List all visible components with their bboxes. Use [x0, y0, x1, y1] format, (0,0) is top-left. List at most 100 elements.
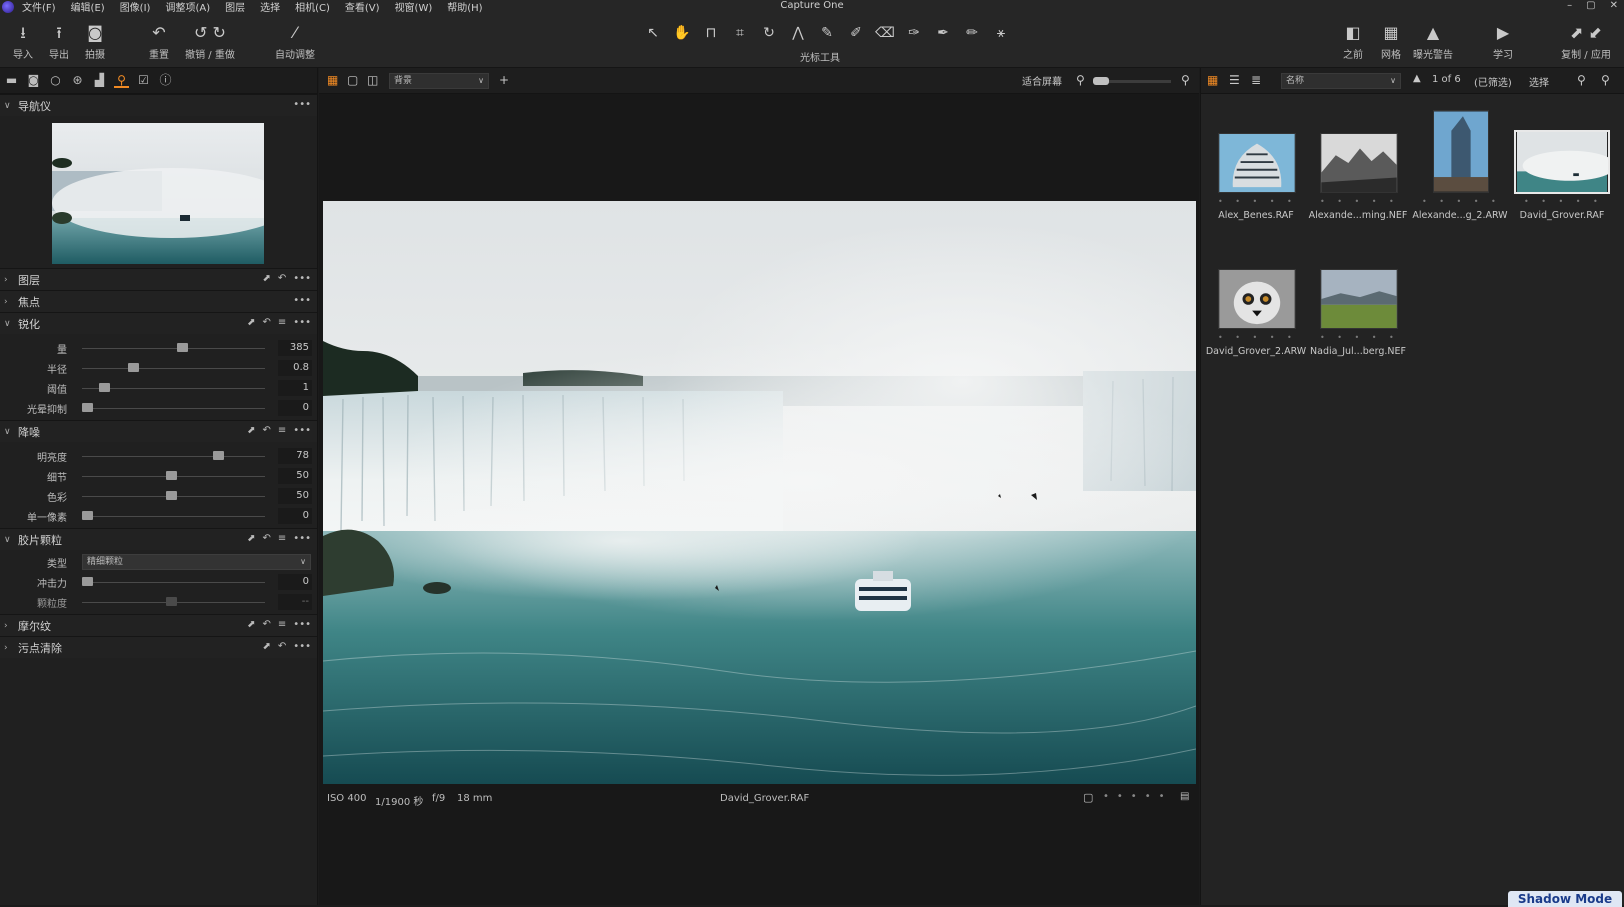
color-picker-icon[interactable]: ✒: [933, 23, 953, 43]
reset-icon[interactable]: ↶: [263, 533, 271, 544]
search-icon[interactable]: ⚲: [1601, 73, 1610, 87]
background-select[interactable]: 背景 ∨: [389, 73, 489, 89]
apply-icon[interactable]: ⬈: [247, 533, 255, 544]
slider-track[interactable]: [82, 368, 265, 369]
apply-icon[interactable]: ⬈: [247, 619, 255, 630]
zoom-icon[interactable]: ⚲: [1577, 73, 1586, 87]
slider-granularity[interactable]: 颗粒度 --: [0, 592, 317, 612]
slider-track[interactable]: [82, 516, 265, 517]
thumbnail-view-icon[interactable]: ▦: [1207, 73, 1218, 87]
learn-button[interactable]: ▶ 学习: [1488, 23, 1518, 61]
details-tab-icon[interactable]: ⚲: [114, 73, 129, 88]
slider-amount[interactable]: 量 385: [0, 338, 317, 358]
add-icon[interactable]: +: [499, 73, 509, 87]
fit-screen-label[interactable]: 适合屏幕: [1022, 73, 1062, 88]
sort-direction-icon[interactable]: ▲: [1413, 73, 1421, 84]
import-button[interactable]: ⭳ 导入: [10, 23, 36, 61]
focus-header[interactable]: › 焦点 •••: [0, 290, 317, 312]
select-button[interactable]: 选择: [1529, 74, 1549, 89]
noise-reduction-header[interactable]: ∨ 降噪 ⬈ ↶ ≡ •••: [0, 420, 317, 442]
thumbnail-rating[interactable]: • • • • •: [1218, 333, 1297, 342]
single-view-icon[interactable]: ▢: [347, 73, 358, 87]
film-grain-header[interactable]: ∨ 胶片颗粒 ⬈ ↶ ≡ •••: [0, 528, 317, 550]
slider-color[interactable]: 色彩 50: [0, 486, 317, 506]
pan-hand-icon[interactable]: ✋: [672, 23, 692, 43]
slider-detail[interactable]: 细节 50: [0, 466, 317, 486]
navigator-thumbnail[interactable]: [52, 123, 264, 264]
menu-window[interactable]: 视窗(W): [395, 0, 433, 14]
rotate-icon[interactable]: ↻: [759, 23, 779, 43]
slider-halo-suppression[interactable]: 光晕抑制 0: [0, 398, 317, 418]
list-view-icon[interactable]: ☰: [1229, 73, 1240, 87]
sort-select[interactable]: 名称 ∨: [1281, 73, 1401, 89]
thumbnail-rating[interactable]: • • • • •: [1218, 197, 1297, 206]
slider-knob[interactable]: [166, 597, 178, 606]
capture-button[interactable]: ◙ 拍摄: [82, 23, 108, 61]
slider-track[interactable]: [82, 456, 265, 457]
undo-redo-button[interactable]: ↺ ↻ 撤销 / 重做: [182, 23, 238, 61]
slider-luminance[interactable]: 明亮度 78: [0, 446, 317, 466]
apply-icon[interactable]: ⬈: [247, 317, 255, 328]
reset-icon[interactable]: ↶: [278, 641, 286, 652]
slider-value-field[interactable]: 0: [278, 574, 312, 590]
more-icon[interactable]: •••: [293, 425, 311, 436]
star-rating[interactable]: •••••: [1103, 791, 1173, 802]
main-photo[interactable]: [323, 201, 1196, 784]
menu-file[interactable]: 文件(F): [22, 0, 56, 14]
menu-adjustments[interactable]: 调整项(A): [165, 0, 210, 14]
heal-icon[interactable]: ✐: [846, 23, 866, 43]
gradient-icon[interactable]: ✑: [904, 23, 924, 43]
thumbnail-rating[interactable]: • • • • •: [1320, 333, 1399, 342]
more-icon[interactable]: •••: [293, 273, 311, 284]
metadata-tab-icon[interactable]: ⓘ: [158, 73, 173, 88]
checkbox-icon[interactable]: ▢: [1083, 791, 1093, 804]
layers-header[interactable]: › 图层 ⬈ ↶ •••: [0, 268, 317, 290]
wb-picker-icon[interactable]: ✏: [962, 23, 982, 43]
slider-knob[interactable]: [82, 577, 93, 586]
zoom-out-icon[interactable]: ⚲: [1076, 73, 1085, 87]
slider-knob[interactable]: [166, 491, 178, 500]
slider-track[interactable]: [82, 348, 265, 349]
apply-icon[interactable]: ⬈: [247, 425, 255, 436]
moire-header[interactable]: › 摩尔纹 ⬈ ↶ ≡ •••: [0, 614, 317, 636]
grid-button[interactable]: ▦ 网格: [1376, 23, 1406, 61]
multi-view-icon[interactable]: ▦: [327, 73, 338, 87]
slider-value-field[interactable]: 50: [278, 468, 312, 484]
presets-icon[interactable]: ≡: [278, 317, 286, 328]
sharpening-header[interactable]: ∨ 锐化 ⬈ ↶ ≡ •••: [0, 312, 317, 334]
exposure-warning-button[interactable]: ▲ 曝光警告: [1410, 23, 1456, 61]
menu-camera[interactable]: 相机(C): [295, 0, 330, 14]
presets-icon[interactable]: ≡: [278, 425, 286, 436]
brush-icon[interactable]: ✎: [817, 23, 837, 43]
slider-value-field[interactable]: --: [278, 594, 312, 610]
slider-radius[interactable]: 半径 0.8: [0, 358, 317, 378]
slider-knob[interactable]: [128, 363, 140, 372]
adjustments-tab-icon[interactable]: ☑: [136, 73, 151, 88]
zoom-slider-knob[interactable]: [1093, 77, 1109, 85]
eraser-icon[interactable]: ⌫: [875, 23, 895, 43]
color-tag-icon[interactable]: ▤: [1180, 791, 1189, 802]
navigator-header[interactable]: ∨ 导航仪 •••: [0, 94, 317, 116]
capture-tab-icon[interactable]: ◙: [26, 73, 41, 88]
presets-icon[interactable]: ≡: [278, 619, 286, 630]
slider-knob[interactable]: [82, 403, 93, 412]
before-button[interactable]: ◧ 之前: [1338, 23, 1368, 61]
slider-value-field[interactable]: 0: [278, 400, 312, 416]
reset-icon[interactable]: ↶: [263, 317, 271, 328]
zoom-in-icon[interactable]: ⚲: [1181, 73, 1190, 87]
menu-select[interactable]: 选择: [260, 0, 280, 14]
export-button[interactable]: ⭱ 导出: [46, 23, 72, 61]
slider-value-field[interactable]: 0: [278, 508, 312, 524]
slider-knob[interactable]: [212, 451, 224, 460]
reset-icon[interactable]: ↶: [263, 619, 271, 630]
library-tab-icon[interactable]: ▬: [4, 73, 19, 88]
more-icon[interactable]: •••: [293, 99, 311, 110]
loupe-icon[interactable]: ⊓: [701, 23, 721, 43]
proof-view-icon[interactable]: ◫: [367, 73, 378, 87]
more-icon[interactable]: •••: [293, 641, 311, 652]
menu-image[interactable]: 图像(I): [120, 0, 151, 14]
filmstrip-view-icon[interactable]: ≣: [1251, 73, 1261, 87]
slider-knob[interactable]: [82, 511, 93, 520]
slider-threshold[interactable]: 阈值 1: [0, 378, 317, 398]
maximize-button[interactable]: ▢: [1586, 0, 1595, 11]
